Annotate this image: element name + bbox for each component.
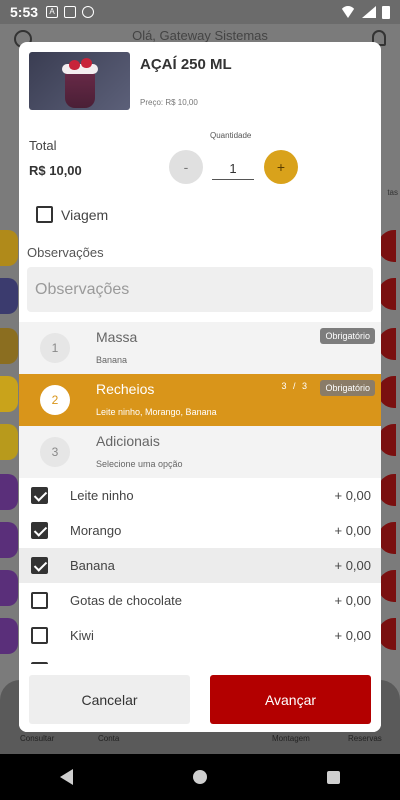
step-number: 1: [40, 333, 70, 363]
modal-footer: Cancelar Avançar: [19, 664, 381, 732]
step-selection-count: 3 / 3: [281, 381, 309, 391]
background-item: [0, 230, 18, 266]
system-nav-bar: [0, 754, 400, 800]
option-checkbox[interactable]: [31, 522, 48, 539]
background-item: [0, 618, 18, 654]
option-price: + 0,00: [334, 558, 371, 573]
option-checkbox[interactable]: [31, 557, 48, 574]
background-item: [0, 328, 18, 364]
step-massa[interactable]: 1 Massa Banana Obrigatório: [19, 322, 381, 374]
wifi-icon: [340, 6, 356, 18]
observations-title: Observações: [27, 245, 104, 260]
option-row[interactable]: Banana + 0,00: [19, 548, 381, 583]
option-checkbox[interactable]: [31, 592, 48, 609]
status-time: 5:53: [10, 4, 39, 20]
product-image: [29, 52, 130, 110]
nav-label-montagem: Montagem: [272, 734, 310, 743]
quantity-decrease-button[interactable]: -: [169, 150, 203, 184]
step-title: Massa: [96, 329, 138, 345]
step-title: Recheios: [96, 381, 155, 397]
background-item: [0, 424, 18, 460]
background-side-label: tas: [387, 188, 398, 197]
option-price: + 0,00: [334, 593, 371, 608]
step-number: 2: [40, 385, 70, 415]
battery-icon: [382, 5, 390, 19]
sync-icon: [82, 6, 95, 18]
strawberry: [81, 58, 92, 68]
back-icon[interactable]: [60, 769, 73, 785]
required-badge: Obrigatório: [320, 380, 375, 396]
option-checkbox[interactable]: [31, 487, 48, 504]
quantity-increase-button[interactable]: +: [264, 150, 298, 184]
step-subtitle: Banana: [96, 355, 128, 365]
acai-cup: [65, 70, 95, 108]
quantity-input[interactable]: [212, 158, 254, 180]
step-recheios[interactable]: 2 Recheios 3 / 3 Leite ninho, Morango, B…: [19, 374, 381, 426]
observations-input[interactable]: [27, 267, 373, 312]
font-notification-icon: A: [46, 6, 59, 18]
step-title: Adicionais: [96, 433, 160, 449]
option-label: Banana: [70, 558, 115, 573]
sd-card-icon: [64, 6, 77, 18]
quantity-label: Quantidade: [210, 131, 252, 140]
background-item: [0, 278, 18, 314]
total-label: Total: [29, 138, 57, 153]
viagem-label: Viagem: [61, 207, 109, 223]
cream-topping: [62, 64, 98, 74]
option-row[interactable]: Morango + 0,00: [19, 513, 381, 548]
status-bar: 5:53 A: [0, 0, 400, 24]
strawberry: [69, 60, 80, 70]
nav-label-consultar: Consultar: [20, 734, 55, 743]
signal-icon: [362, 6, 376, 18]
product-name: AÇAÍ 250 ML: [140, 56, 232, 73]
option-price: + 0,00: [334, 523, 371, 538]
step-subtitle: Leite ninho, Morango, Banana: [96, 407, 217, 417]
nav-label-reservas: Reservas: [348, 734, 382, 743]
option-label: Morango: [70, 523, 122, 538]
option-row[interactable]: Kiwi + 0,00: [19, 618, 381, 653]
recent-apps-icon[interactable]: [327, 770, 340, 784]
product-price-value: R$ 10,00: [165, 98, 198, 107]
option-label: Gotas de chocolate: [70, 593, 183, 608]
next-button[interactable]: Avançar: [210, 675, 371, 724]
background-item: [0, 376, 18, 412]
background-item: [0, 522, 18, 558]
option-price: + 0,00: [334, 488, 371, 503]
cancel-button[interactable]: Cancelar: [29, 675, 190, 724]
nav-label-conta: Conta: [98, 734, 120, 743]
option-row[interactable]: Leite ninho + 0,00: [19, 478, 381, 513]
product-price: Preço: R$ 10,00: [140, 98, 198, 107]
background-greeting: Olá, Gateway Sistemas: [132, 28, 268, 43]
home-icon[interactable]: [193, 770, 207, 784]
step-number: 3: [40, 437, 70, 467]
option-label: Kiwi: [70, 628, 94, 643]
option-row[interactable]: Gotas de chocolate + 0,00: [19, 583, 381, 618]
step-adicionais[interactable]: 3 Adicionais Selecione uma opção: [19, 426, 381, 478]
option-label: Leite ninho: [70, 488, 134, 503]
background-item: [0, 474, 18, 510]
required-badge: Obrigatório: [320, 328, 375, 344]
background-item: [0, 570, 18, 606]
product-price-label: Preço:: [140, 98, 164, 107]
total-value: R$ 10,00: [29, 163, 82, 178]
step-subtitle: Selecione uma opção: [96, 459, 183, 469]
viagem-checkbox[interactable]: [36, 206, 53, 223]
product-modal: AÇAÍ 250 ML Preço: R$ 10,00 Total R$ 10,…: [19, 42, 381, 732]
option-checkbox[interactable]: [31, 627, 48, 644]
option-price: + 0,00: [334, 628, 371, 643]
